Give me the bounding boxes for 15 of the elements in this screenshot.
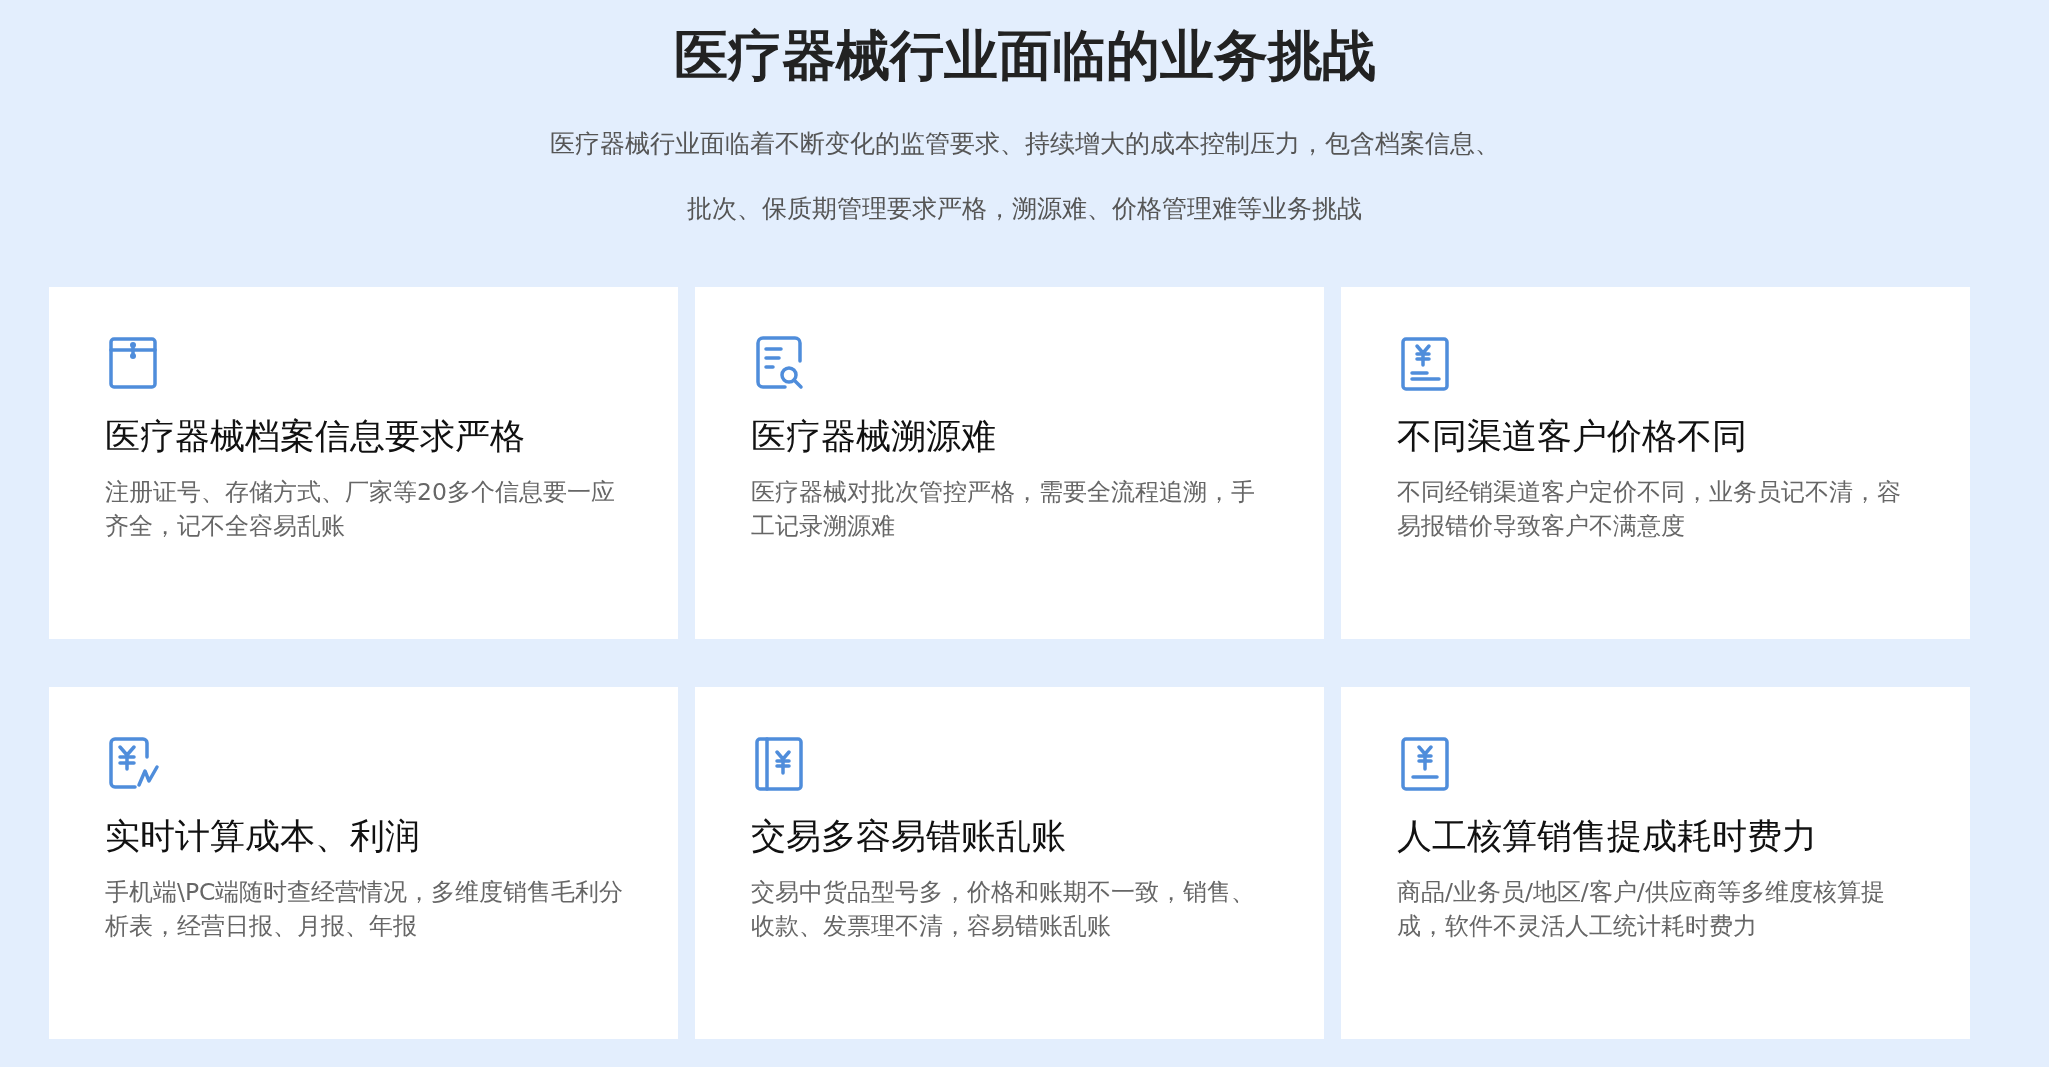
card-description: 不同经销渠道客户定价不同，业务员记不清，容易报错价导致客户不满意度 xyxy=(1397,476,1902,542)
card-title: 不同渠道客户价格不同 xyxy=(1397,414,1748,457)
card-description: 商品/业务员/地区/客户/供应商等多维度核算提成，软件不灵活人工统计耗时费力 xyxy=(1397,876,1886,942)
card-title: 医疗器械档案信息要求严格 xyxy=(105,414,526,457)
page-heading: 医疗器械行业面临的业务挑战 xyxy=(672,24,1377,89)
card-description: 医疗器械对批次管控严格，需要全流程追溯，手工记录溯源难 xyxy=(751,476,1256,542)
intro-text: 医疗器械行业面临着不断变化的监管要求、持续增大的成本控制压力，包含档案信息、 xyxy=(548,127,1501,160)
intro-text: 批次、保质期管理要求严格，溯源难、价格管理难等业务挑战 xyxy=(686,192,1363,225)
card-description: 注册证号、存储方式、厂家等20多个信息要一应齐全，记不全容易乱账 xyxy=(105,476,616,542)
card-title: 实时计算成本、利润 xyxy=(105,814,421,857)
card-title: 医疗器械溯源难 xyxy=(751,414,997,457)
card-description: 交易中货品型号多，价格和账期不一致，销售、收款、发票理不清，容易错账乱账 xyxy=(751,876,1256,942)
card-title: 交易多容易错账乱账 xyxy=(751,814,1067,857)
card-description: 手机端\PC端随时查经营情况，多维度销售毛利分析表，经营日报、月报、年报 xyxy=(105,876,625,942)
card-title: 人工核算销售提成耗时费力 xyxy=(1397,814,1818,857)
